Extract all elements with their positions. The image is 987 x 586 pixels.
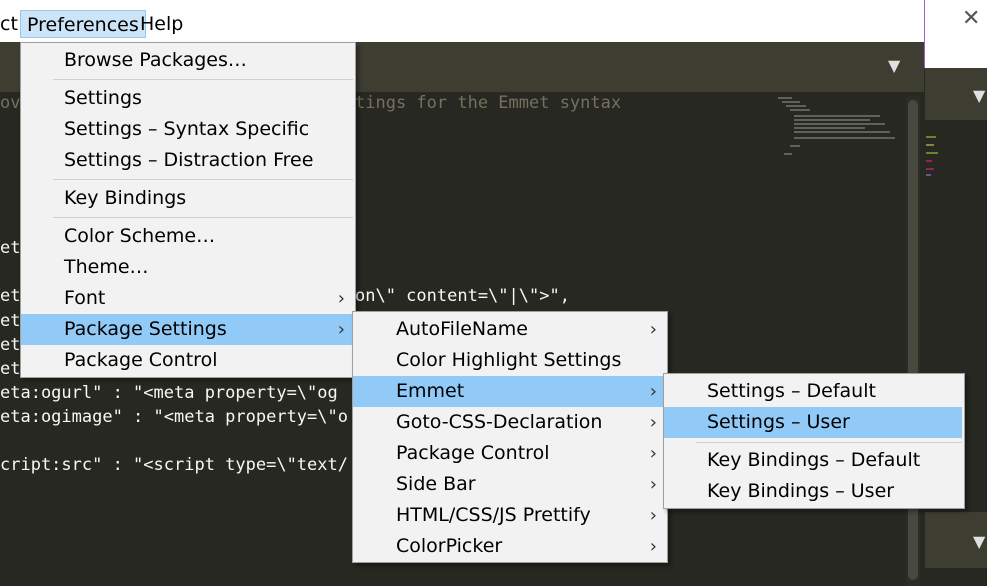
chevron-right-icon: › — [337, 319, 345, 340]
side-bottom-dropdown-icon[interactable]: ▼ — [973, 532, 985, 551]
menu-bar: ct Preferences Help — [0, 0, 924, 42]
menu-separator — [53, 179, 353, 180]
menu-item-emmet-settings-default[interactable]: Settings – Default — [664, 376, 964, 407]
chevron-right-icon: › — [649, 319, 657, 340]
menu-item-package-control[interactable]: Package Control — [21, 345, 355, 376]
menu-separator — [696, 442, 962, 443]
menu-separator — [53, 79, 353, 80]
menu-item-emmet-key-bindings-default[interactable]: Key Bindings – Default — [664, 445, 964, 476]
code-line: on\" content=\"|\">", — [355, 286, 570, 306]
menu-item-colorpicker[interactable]: ColorPicker › — [353, 531, 667, 562]
side-minimap — [926, 136, 938, 176]
chevron-right-icon: › — [649, 474, 657, 495]
minimap[interactable] — [770, 96, 905, 166]
chevron-right-icon: › — [649, 412, 657, 433]
menu-item-package-control[interactable]: Package Control › — [353, 438, 667, 469]
menu-item-color-scheme[interactable]: Color Scheme… — [21, 221, 355, 252]
side-pane-tabbar: ▼ — [925, 68, 987, 120]
package-settings-submenu: AutoFileName › Color Highlight Settings E… — [352, 311, 668, 563]
side-dropdown-icon[interactable]: ▼ — [973, 86, 985, 105]
menu-help[interactable]: Help — [134, 10, 189, 38]
emmet-submenu: Settings – Default Settings – User Key B… — [663, 373, 965, 509]
menu-item-side-bar[interactable]: Side Bar › — [353, 469, 667, 500]
code-line: tings for the Emmet syntax — [355, 93, 622, 113]
menu-item-package-settings[interactable]: Package Settings › — [21, 314, 355, 345]
menu-item-theme[interactable]: Theme… — [21, 252, 355, 283]
menu-item-html-css-js-prettify[interactable]: HTML/CSS/JS Prettify › — [353, 500, 667, 531]
menu-item-browse-packages[interactable]: Browse Packages… — [21, 45, 355, 76]
menu-item-settings[interactable]: Settings — [21, 83, 355, 114]
menu-separator — [53, 217, 353, 218]
code-line: cript:src" : "<script type=\"text/ — [0, 455, 348, 475]
chevron-right-icon: › — [649, 536, 657, 557]
menu-item-emmet-key-bindings-user[interactable]: Key Bindings – User — [664, 476, 964, 507]
chevron-right-icon: › — [649, 443, 657, 464]
side-pane-bottom-tabbar: ▼ — [925, 512, 987, 568]
menu-item-goto-css-declaration[interactable]: Goto-CSS-Declaration › — [353, 407, 667, 438]
menu-item-key-bindings[interactable]: Key Bindings — [21, 183, 355, 214]
tab-dropdown-icon[interactable]: ▼ — [888, 56, 900, 75]
menu-item-color-highlight-settings[interactable]: Color Highlight Settings — [353, 345, 667, 376]
code-line: eta:ogimage" : "<meta property=\"o — [0, 407, 348, 427]
chevron-right-icon: › — [337, 288, 345, 309]
menu-item-emmet[interactable]: Emmet › — [353, 376, 667, 407]
chevron-right-icon: › — [649, 505, 657, 526]
menu-item-font[interactable]: Font › — [21, 283, 355, 314]
menu-item-autofilename[interactable]: AutoFileName › — [353, 314, 667, 345]
menu-preferences[interactable]: Preferences — [20, 10, 146, 38]
close-icon[interactable]: ✕ — [962, 6, 980, 31]
menu-item-emmet-settings-user[interactable]: Settings – User — [664, 407, 962, 438]
menu-item-settings-syntax-specific[interactable]: Settings – Syntax Specific — [21, 114, 355, 145]
chevron-right-icon: › — [649, 381, 657, 402]
preferences-menu: Browse Packages… Settings Settings – Syn… — [20, 42, 356, 378]
menu-item-settings-distraction-free[interactable]: Settings – Distraction Free — [21, 145, 355, 176]
code-line: eta:ogurl" : "<meta property=\"og — [0, 383, 338, 403]
